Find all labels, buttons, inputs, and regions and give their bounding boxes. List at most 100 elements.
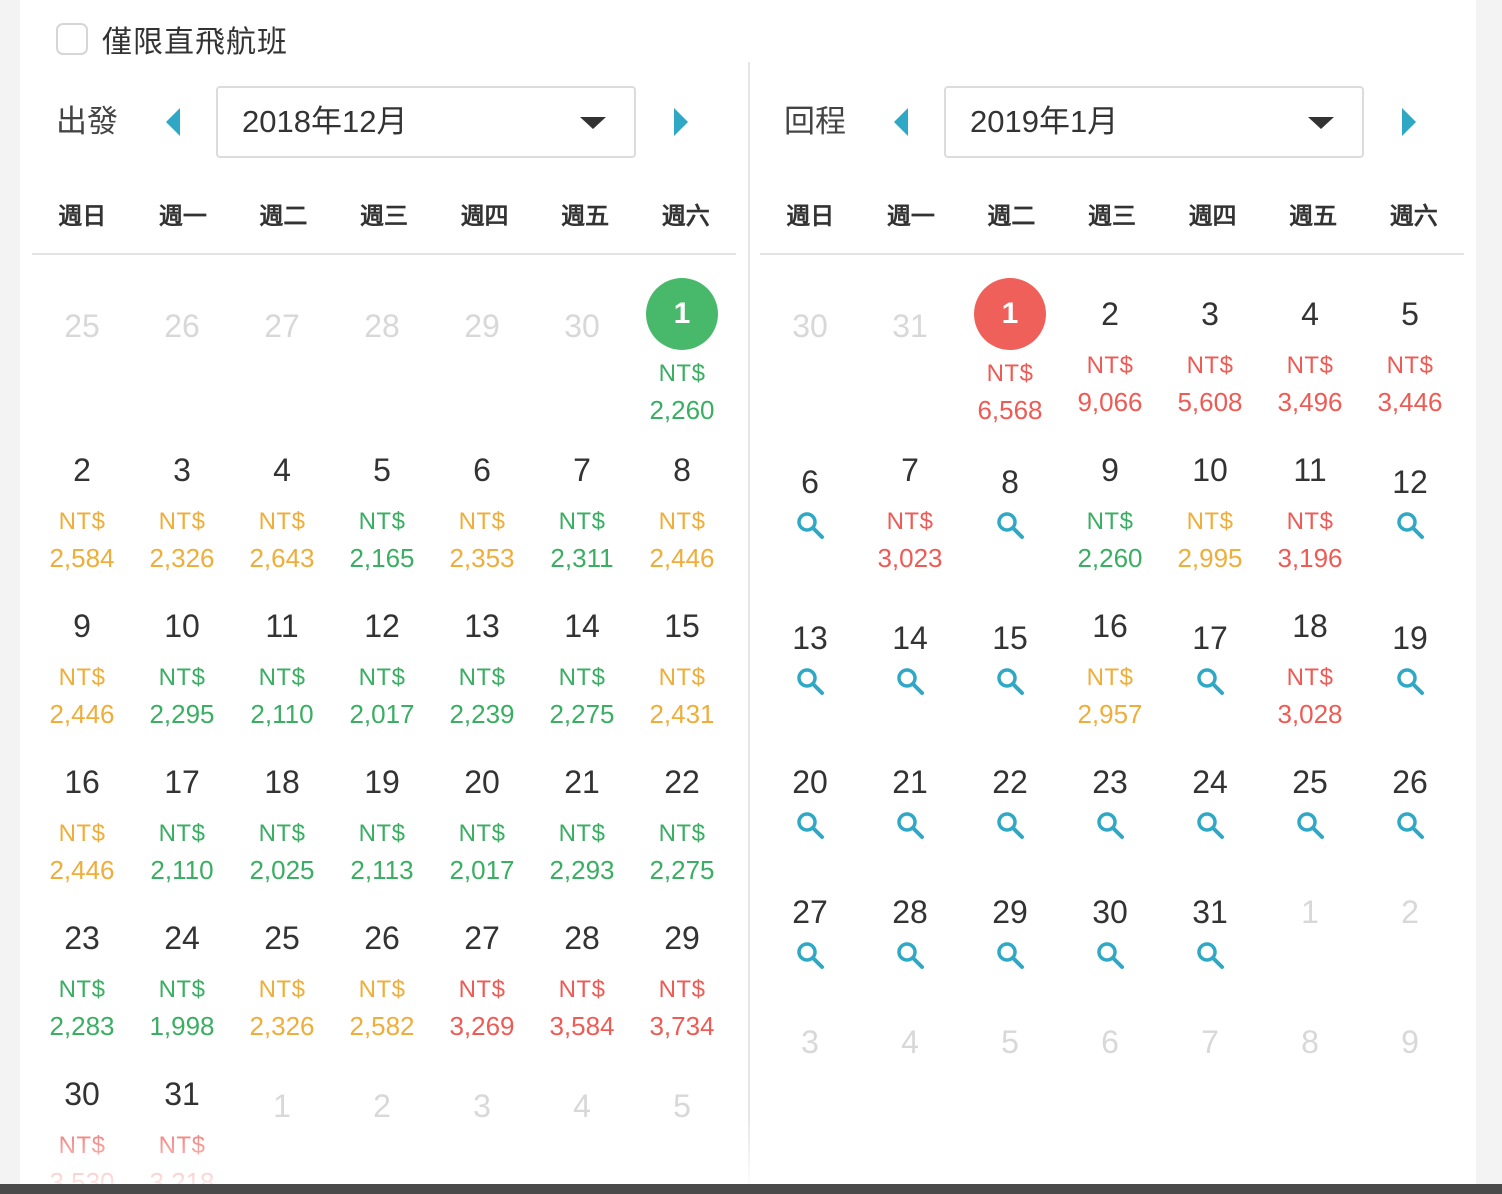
day-cell[interactable]: 10 NT$ 2,995: [1160, 426, 1260, 582]
day-cell[interactable]: 4 NT$ 2,643: [232, 426, 332, 582]
day-cell[interactable]: 21: [860, 726, 960, 856]
day-cell[interactable]: 21 NT$ 2,293: [532, 738, 632, 894]
day-cell[interactable]: 31 NT$ 3,218: [132, 1050, 232, 1184]
magnifier-icon[interactable]: [1395, 510, 1425, 540]
day-cell[interactable]: 8 NT$ 2,446: [632, 426, 732, 582]
return-next-month-button[interactable]: [1392, 107, 1422, 137]
day-cell[interactable]: 3 NT$ 5,608: [1160, 270, 1260, 426]
day-cell[interactable]: 13: [760, 582, 860, 726]
day-cell[interactable]: 17 NT$ 2,110: [132, 738, 232, 894]
day-cell[interactable]: 1 NT$ 2,260: [632, 270, 732, 426]
day-cell[interactable]: 24 NT$ 1,998: [132, 894, 232, 1050]
day-cell-outside-month: 29: [432, 270, 532, 426]
day-cell[interactable]: 7 NT$ 2,311: [532, 426, 632, 582]
day-cell[interactable]: 5 NT$ 3,446: [1360, 270, 1460, 426]
day-number: 1: [646, 278, 718, 350]
magnifier-icon[interactable]: [1395, 666, 1425, 696]
day-cell[interactable]: 27 NT$ 3,269: [432, 894, 532, 1050]
magnifier-icon[interactable]: [795, 510, 825, 540]
magnifier-icon[interactable]: [1095, 810, 1125, 840]
day-cell[interactable]: 18 NT$ 3,028: [1260, 582, 1360, 729]
day-cell[interactable]: 16 NT$ 2,446: [32, 738, 132, 894]
day-cell[interactable]: 28 NT$ 3,584: [532, 894, 632, 1050]
magnifier-icon[interactable]: [995, 940, 1025, 970]
day-cell[interactable]: 1 NT$ 6,568: [960, 270, 1060, 426]
day-cell[interactable]: 15 NT$ 2,431: [632, 582, 732, 738]
day-cell[interactable]: 12 NT$ 2,017: [332, 582, 432, 738]
day-cell[interactable]: 26: [1360, 726, 1460, 856]
day-cell[interactable]: 9 NT$ 2,446: [32, 582, 132, 738]
day-cell[interactable]: 23 NT$ 2,283: [32, 894, 132, 1050]
day-cell[interactable]: 23: [1060, 726, 1160, 856]
day-cell[interactable]: 29 NT$ 3,734: [632, 894, 732, 1050]
magnifier-icon[interactable]: [995, 666, 1025, 696]
magnifier-icon[interactable]: [795, 810, 825, 840]
magnifier-icon[interactable]: [795, 666, 825, 696]
day-cell[interactable]: 14: [860, 582, 960, 726]
day-cell[interactable]: 9 NT$ 2,260: [1060, 426, 1160, 582]
day-cell[interactable]: 11 NT$ 3,196: [1260, 426, 1360, 582]
day-cell[interactable]: 17: [1160, 582, 1260, 726]
return-prev-month-button[interactable]: [888, 107, 918, 137]
day-cell[interactable]: 20 NT$ 2,017: [432, 738, 532, 894]
day-cell[interactable]: 30: [1060, 856, 1160, 986]
day-cell[interactable]: 25: [1260, 726, 1360, 856]
day-cell[interactable]: 24: [1160, 726, 1260, 856]
day-cell[interactable]: 6: [760, 426, 860, 582]
day-cell[interactable]: 27: [760, 856, 860, 986]
day-cell[interactable]: 22 NT$ 2,275: [632, 738, 732, 894]
magnifier-icon[interactable]: [895, 940, 925, 970]
day-cell[interactable]: 25 NT$ 2,326: [232, 894, 332, 1050]
depart-next-month-button[interactable]: [664, 107, 694, 137]
price-currency: NT$: [158, 508, 206, 535]
day-cell[interactable]: 19 NT$ 2,113: [332, 738, 432, 894]
day-cell[interactable]: 31: [1160, 856, 1260, 986]
day-cell[interactable]: 15: [960, 582, 1060, 726]
return-month-select[interactable]: 2019年1月: [944, 86, 1364, 158]
day-cell[interactable]: 19: [1360, 582, 1460, 726]
day-cell[interactable]: 4 NT$ 3,496: [1260, 270, 1360, 426]
day-cell[interactable]: 7 NT$ 3,023: [860, 426, 960, 582]
price-currency: NT$: [158, 976, 206, 1003]
day-cell[interactable]: 22: [960, 726, 1060, 856]
magnifier-icon[interactable]: [995, 510, 1025, 540]
magnifier-icon[interactable]: [1395, 810, 1425, 840]
day-cell[interactable]: 5 NT$ 2,165: [332, 426, 432, 582]
day-cell[interactable]: 6 NT$ 2,353: [432, 426, 532, 582]
day-cell[interactable]: 10 NT$ 2,295: [132, 582, 232, 738]
day-cell[interactable]: 11 NT$ 2,110: [232, 582, 332, 738]
magnifier-icon[interactable]: [1195, 666, 1225, 696]
day-cell-outside-month: 4: [860, 986, 960, 1116]
magnifier-icon[interactable]: [1195, 810, 1225, 840]
day-cell[interactable]: 8: [960, 426, 1060, 582]
day-cell[interactable]: 13 NT$ 2,239: [432, 582, 532, 738]
magnifier-icon[interactable]: [895, 666, 925, 696]
triangle-right-icon: [1402, 108, 1416, 136]
day-number: 25: [264, 920, 300, 956]
depart-month-select[interactable]: 2018年12月: [216, 86, 636, 158]
day-number: 21: [892, 764, 928, 800]
day-cell[interactable]: 3 NT$ 2,326: [132, 426, 232, 582]
day-cell[interactable]: 26 NT$ 2,582: [332, 894, 432, 1050]
day-cell[interactable]: 18 NT$ 2,025: [232, 738, 332, 894]
magnifier-icon[interactable]: [995, 810, 1025, 840]
day-cell[interactable]: 30 NT$ 3,530: [32, 1050, 132, 1184]
day-cell[interactable]: 16 NT$ 2,957: [1060, 582, 1160, 729]
return-calendar-header: 回程 2019年1月: [760, 86, 1464, 158]
day-number: 25: [1292, 764, 1328, 800]
day-cell[interactable]: 2 NT$ 2,584: [32, 426, 132, 582]
day-cell[interactable]: 29: [960, 856, 1060, 986]
day-cell[interactable]: 12: [1360, 426, 1460, 582]
magnifier-icon[interactable]: [795, 940, 825, 970]
day-cell[interactable]: 2 NT$ 9,066: [1060, 270, 1160, 426]
day-cell[interactable]: 20: [760, 726, 860, 856]
day-cell[interactable]: 14 NT$ 2,275: [532, 582, 632, 738]
price-value: 2,326: [149, 543, 215, 573]
magnifier-icon[interactable]: [1295, 810, 1325, 840]
price-currency: NT$: [458, 976, 506, 1003]
magnifier-icon[interactable]: [895, 810, 925, 840]
depart-prev-month-button[interactable]: [160, 107, 190, 137]
day-cell[interactable]: 28: [860, 856, 960, 986]
magnifier-icon[interactable]: [1195, 940, 1225, 970]
magnifier-icon[interactable]: [1095, 940, 1125, 970]
